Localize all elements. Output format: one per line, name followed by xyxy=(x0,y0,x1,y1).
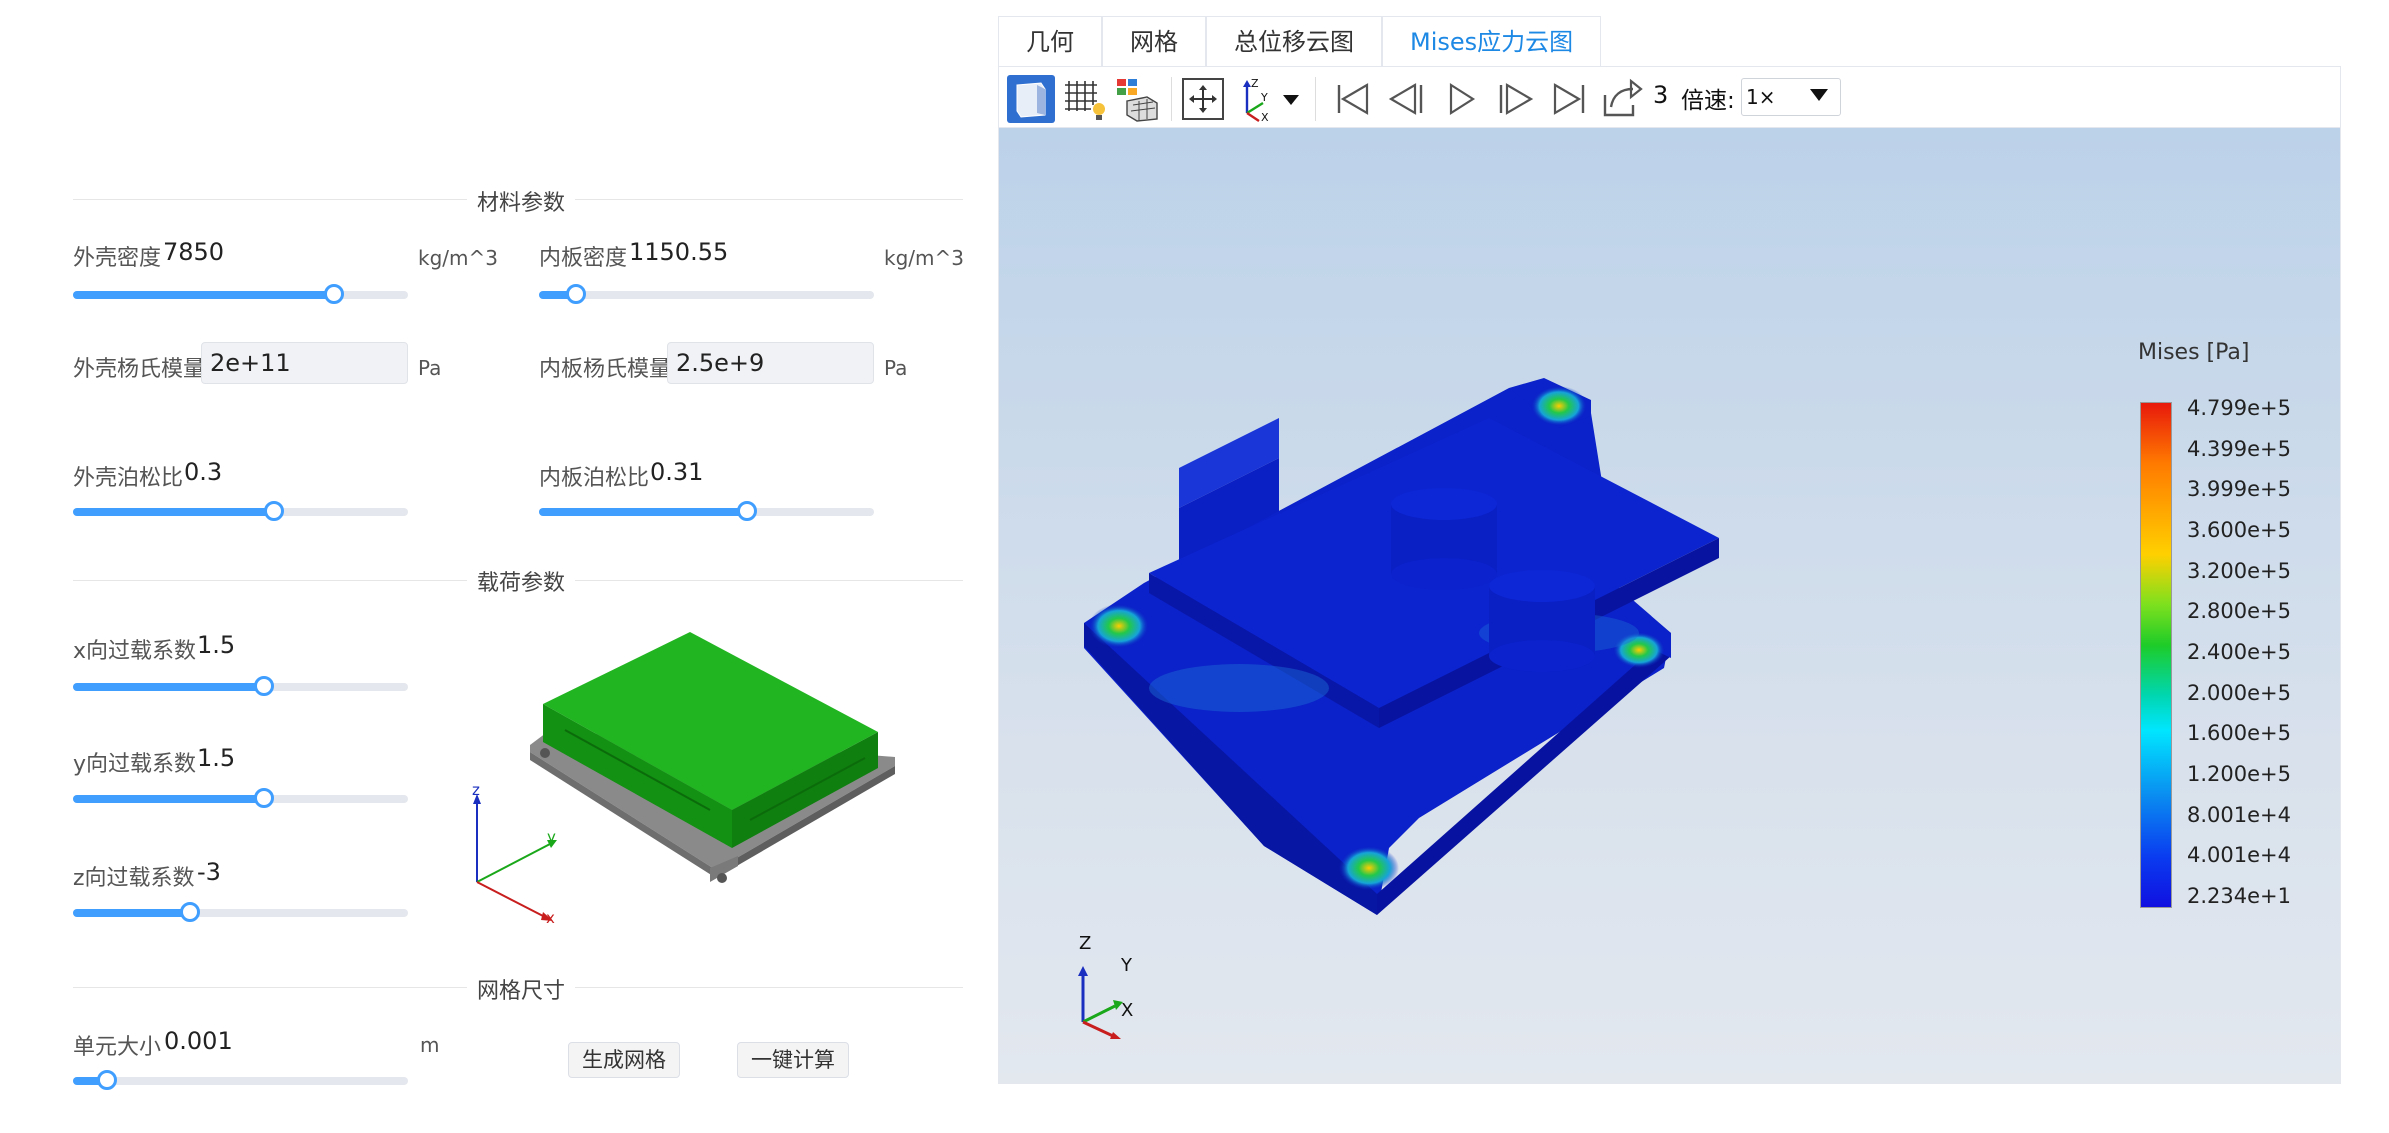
element-size-value: 0.001 xyxy=(164,1027,233,1055)
plate-poisson-label: 内板泊松比 xyxy=(539,466,650,491)
shell-density-value: 7850 xyxy=(163,238,225,266)
plate-poisson-slider[interactable] xyxy=(539,497,874,527)
legend-tick-label: 2.400e+5 xyxy=(2187,640,2291,664)
compute-button[interactable]: 一键计算 xyxy=(737,1042,849,1078)
element-size-slider[interactable] xyxy=(73,1066,408,1096)
solid-view-icon[interactable] xyxy=(1007,75,1055,123)
legend-tick-label: 8.001e+4 xyxy=(2187,802,2291,827)
slider-thumb[interactable] xyxy=(264,501,284,521)
x-factor-value: 1.5 xyxy=(197,631,236,659)
frame-number: 3 xyxy=(1653,81,1669,109)
preview-axis-y-label: y xyxy=(547,828,556,846)
plate-modulus-unit: Pa xyxy=(884,356,908,380)
y-factor-value: 1.5 xyxy=(197,744,236,772)
x-factor-slider[interactable] xyxy=(73,672,408,702)
legend-title: Mises [Pa] xyxy=(2138,340,2250,365)
slider-thumb[interactable] xyxy=(324,284,345,304)
legend-tick-label: 4.399e+5 xyxy=(2187,436,2291,461)
generate-mesh-button[interactable]: 生成网格 xyxy=(568,1042,680,1078)
last-frame-icon[interactable] xyxy=(1545,75,1593,123)
cylinder-2 xyxy=(1489,570,1595,672)
slider-thumb[interactable] xyxy=(96,1070,117,1090)
legend-tick-label: 3.600e+5 xyxy=(2187,518,2291,542)
section-title-material: 材料参数 xyxy=(467,185,576,217)
slider-thumb[interactable] xyxy=(253,676,274,696)
preview-axis-z-label: z xyxy=(472,781,480,799)
slider-thumb[interactable] xyxy=(180,902,201,922)
viewer-toolbar: Z Y X 3 倍速: 1× xyxy=(998,66,2341,128)
y-factor-slider[interactable] xyxy=(73,784,408,814)
shell-poisson-value: 0.3 xyxy=(184,458,223,486)
z-factor-value: -3 xyxy=(197,858,221,886)
element-size-label: 单元大小 xyxy=(73,1035,162,1060)
legend-colorbar xyxy=(2140,402,2172,908)
view-tabs: 几何 网格 总位移云图 Mises应力云图 xyxy=(998,16,1602,66)
dropdown-arrow xyxy=(1283,95,1299,105)
speed-label: 倍速: xyxy=(1681,88,1735,114)
legend-tick-label: 1.200e+5 xyxy=(2187,762,2291,786)
mesh-light-icon[interactable] xyxy=(1061,75,1109,123)
view-axis-z-label: Z xyxy=(1079,933,1092,954)
first-frame-icon[interactable] xyxy=(1329,75,1377,123)
legend-tick-label: 3.999e+5 xyxy=(2187,477,2291,502)
color-map-icon[interactable] xyxy=(1113,75,1161,123)
legend-tick-label: 2.000e+5 xyxy=(2187,680,2291,705)
view-axis-triad xyxy=(1078,966,1123,1039)
shell-poisson-slider[interactable] xyxy=(73,497,408,527)
tab-displacement[interactable]: 总位移云图 xyxy=(1206,16,1382,66)
plate-modulus-label: 内板杨氏模量 xyxy=(539,357,672,382)
z-factor-label: z向过载系数 xyxy=(73,866,195,891)
legend-tick-label: 4.001e+4 xyxy=(2187,843,2291,868)
x-factor-label: x向过载系数 xyxy=(73,639,197,664)
view-axis-y-label: Y xyxy=(1121,955,1132,976)
y-factor-label: y向过载系数 xyxy=(73,752,197,777)
slider-thumb[interactable] xyxy=(253,788,274,808)
stress-contour-viewport[interactable]: Mises [Pa] 4.799e+5 4.399e+5 3.999e+5 3.600… xyxy=(998,128,2341,1084)
section-title-mesh: 网格尺寸 xyxy=(467,973,576,1005)
plate-density-label: 内板密度 xyxy=(539,246,628,271)
shell-density-label: 外壳密度 xyxy=(73,246,162,271)
shell-density-slider[interactable] xyxy=(73,280,408,310)
speed-select-value: 1× xyxy=(1746,85,1776,109)
svg-text:Y: Y xyxy=(1260,91,1268,104)
prev-frame-icon[interactable] xyxy=(1383,75,1431,123)
legend-tick-label: 4.799e+5 xyxy=(2187,396,2291,420)
legend-tick-label: 3.200e+5 xyxy=(2187,558,2291,583)
preview-axis-triad xyxy=(473,794,557,921)
legend-tick-label: 1.600e+5 xyxy=(2187,721,2291,746)
axis-orient-icon[interactable]: Z Y X xyxy=(1237,75,1309,123)
svg-text:X: X xyxy=(1261,111,1269,123)
shell-density-unit: kg/m^3 xyxy=(418,246,498,270)
shell-modulus-input[interactable]: 2e+11 xyxy=(201,342,408,384)
plate-density-value: 1150.55 xyxy=(629,238,729,266)
next-frame-icon[interactable] xyxy=(1491,75,1539,123)
play-icon[interactable] xyxy=(1437,75,1485,123)
z-factor-slider[interactable] xyxy=(73,898,408,928)
tab-mesh[interactable]: 网格 xyxy=(1102,16,1206,66)
fit-view-icon[interactable] xyxy=(1179,75,1227,123)
view-axis-x-label: X xyxy=(1121,1000,1134,1021)
legend-tick-label: 2.234e+1 xyxy=(2187,884,2291,908)
section-title-load: 载荷参数 xyxy=(467,565,576,597)
plate-density-unit: kg/m^3 xyxy=(884,246,964,270)
plate-poisson-value: 0.31 xyxy=(650,458,704,486)
shell-modulus-label: 外壳杨氏模量 xyxy=(73,357,206,382)
speed-select[interactable]: 1× xyxy=(1741,78,1841,116)
plate-density-slider[interactable] xyxy=(539,280,874,310)
svg-text:Z: Z xyxy=(1251,77,1259,90)
plate-modulus-input[interactable]: 2.5e+9 xyxy=(667,342,874,384)
cylinder-1 xyxy=(1391,488,1497,590)
shell-poisson-label: 外壳泊松比 xyxy=(73,466,184,491)
slider-thumb[interactable] xyxy=(736,501,757,521)
chevron-down-icon xyxy=(1810,89,1828,101)
export-icon[interactable] xyxy=(1597,75,1645,123)
tab-mises-stress[interactable]: Mises应力云图 xyxy=(1382,16,1602,66)
element-size-unit: m xyxy=(420,1033,440,1057)
tab-geometry[interactable]: 几何 xyxy=(998,16,1102,66)
legend-tick-label: 2.800e+5 xyxy=(2187,599,2291,624)
slider-thumb[interactable] xyxy=(565,284,586,304)
shell-modulus-unit: Pa xyxy=(418,356,442,380)
preview-axis-x-label: x xyxy=(546,909,555,927)
